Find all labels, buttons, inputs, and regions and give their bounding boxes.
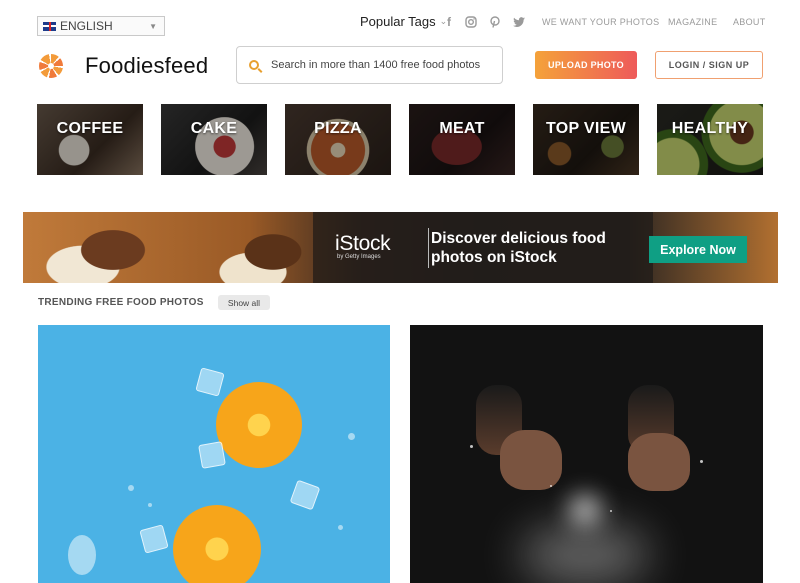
popular-tags-menu[interactable]: Popular Tags ⌄ — [360, 14, 447, 29]
ice-cube — [289, 479, 321, 511]
water-drop — [148, 503, 152, 507]
flour-cloud — [570, 495, 600, 525]
show-all-button[interactable]: Show all — [218, 295, 270, 310]
category-label: HEALTHY — [671, 120, 749, 137]
category-coffee[interactable]: COFFEE — [37, 104, 143, 175]
pinterest-icon[interactable] — [488, 15, 502, 29]
category-cake[interactable]: CAKE — [161, 104, 267, 175]
category-top-view[interactable]: TOP VIEW — [533, 104, 639, 175]
category-healthy[interactable]: HEALTHY — [657, 104, 763, 175]
istock-logo-sub: by Getty Images — [337, 254, 381, 260]
uk-flag-icon — [43, 21, 56, 31]
category-label: COFFEE — [56, 120, 124, 137]
banner-divider — [428, 228, 429, 268]
istock-banner[interactable]: iStock by Getty Images Discover deliciou… — [23, 212, 778, 283]
instagram-icon[interactable] — [464, 15, 478, 29]
ice-cube — [195, 367, 225, 397]
category-label: MEAT — [439, 120, 485, 137]
ice-cube — [198, 441, 226, 469]
flour-cloud — [520, 525, 650, 583]
flour-speck — [700, 460, 703, 463]
about-link[interactable]: ABOUT — [733, 17, 766, 27]
category-label: PIZZA — [314, 120, 362, 137]
chevron-down-icon: ▼ — [149, 22, 157, 31]
flour-speck — [550, 485, 552, 487]
popular-tags-label: Popular Tags — [360, 14, 436, 29]
twitter-icon[interactable] — [512, 15, 526, 29]
flour-speck — [610, 510, 612, 512]
foodiesfeed-logo-icon[interactable] — [39, 54, 63, 78]
banner-text: Discover delicious food photos on iStock — [431, 230, 606, 266]
language-select[interactable]: ENGLISH ▼ — [37, 16, 165, 36]
orange-slice — [173, 505, 261, 583]
we-want-your-photos-link[interactable]: WE WANT YOUR PHOTOS — [542, 17, 659, 27]
magazine-link[interactable]: MAGAZINE — [668, 17, 717, 27]
category-pizza[interactable]: PIZZA — [285, 104, 391, 175]
explore-now-button[interactable]: Explore Now — [649, 236, 747, 263]
upload-photo-button[interactable]: UPLOAD PHOTO — [535, 51, 637, 79]
category-label: TOP VIEW — [545, 120, 627, 137]
flour-speck — [470, 445, 473, 448]
ice-cube — [139, 524, 169, 554]
facebook-icon[interactable]: f — [442, 15, 456, 29]
search-icon — [249, 60, 259, 70]
trending-title: TRENDING FREE FOOD PHOTOS — [38, 297, 204, 308]
left-hand — [500, 430, 562, 490]
trending-photo-oranges[interactable] — [38, 325, 390, 583]
orange-slice — [216, 382, 302, 468]
water-drop — [338, 525, 343, 530]
istock-logo: iStock — [335, 232, 391, 255]
right-hand — [628, 433, 690, 491]
water-drop — [68, 535, 96, 575]
category-meat[interactable]: MEAT — [409, 104, 515, 175]
language-label: ENGLISH — [60, 19, 113, 33]
category-label: CAKE — [190, 120, 238, 137]
search-bar[interactable] — [236, 46, 503, 84]
brand-name[interactable]: Foodiesfeed — [85, 53, 208, 79]
trending-photo-flour-hands[interactable] — [410, 325, 763, 583]
login-signup-button[interactable]: LOGIN / SIGN UP — [655, 51, 763, 79]
water-drop — [128, 485, 134, 491]
search-input[interactable] — [271, 59, 491, 71]
water-drop — [348, 433, 355, 440]
